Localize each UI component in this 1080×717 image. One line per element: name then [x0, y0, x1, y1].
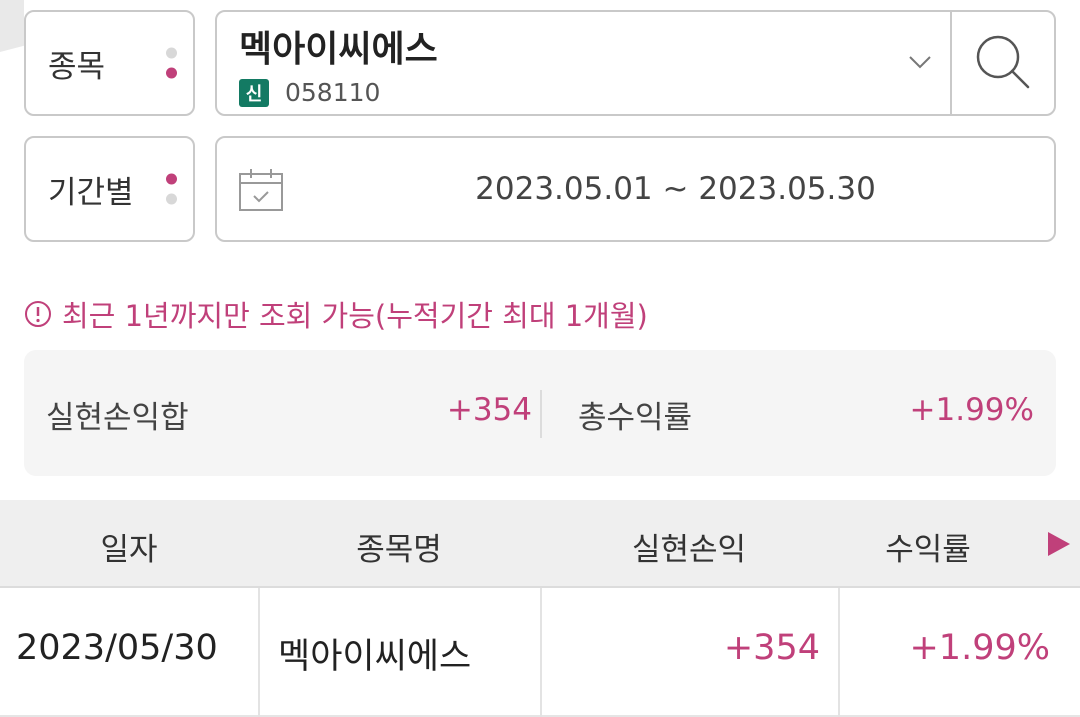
- realized-total-value: +354: [446, 392, 532, 428]
- stock-toggle-dots[interactable]: [166, 47, 177, 79]
- row-date: 2023/05/30: [16, 628, 218, 668]
- stock-select[interactable]: 멕아이씨에스 신 058110: [215, 10, 1056, 116]
- stock-code: 058110: [285, 78, 381, 107]
- dot-active: [166, 67, 177, 79]
- next-arrow-icon[interactable]: [1046, 530, 1072, 558]
- info-icon: [25, 301, 51, 327]
- date-range-picker[interactable]: 2023.05.01 ~ 2023.05.30: [215, 136, 1056, 242]
- calendar-icon[interactable]: [237, 166, 285, 214]
- screen: 종목 멕아이씨에스 신 058110 기간별 2023.05.01 ~ 2023…: [0, 0, 1080, 717]
- dot-inactive: [166, 47, 177, 59]
- period-toggle-dots[interactable]: [166, 173, 177, 205]
- period-filter-label[interactable]: 기간별: [24, 136, 195, 242]
- search-icon: [976, 35, 1030, 89]
- realized-total-label: 실현손익합: [46, 400, 189, 436]
- cell-divider: [540, 588, 542, 717]
- cell-divider: [258, 588, 260, 717]
- row-realized-pnl: +354: [723, 628, 820, 668]
- header-date[interactable]: 일자: [0, 524, 258, 569]
- query-limit-notice: 최근 1년까지만 조회 가능(누적기간 최대 1개월): [24, 292, 648, 336]
- stock-label-text: 종목: [48, 48, 106, 85]
- stock-sub-info: 신 058110: [239, 78, 380, 107]
- header-realized-pnl[interactable]: 실현손익: [540, 524, 838, 569]
- notice-text: 최근 1년까지만 조회 가능(누적기간 최대 1개월): [62, 299, 648, 333]
- row-stock-name: 멕아이씨에스: [278, 637, 472, 677]
- row-return-rate: +1.99%: [909, 628, 1050, 668]
- chevron-down-icon[interactable]: [907, 52, 933, 72]
- dot-active: [166, 173, 177, 185]
- search-button[interactable]: [952, 12, 1056, 114]
- total-return-value: +1.99%: [909, 392, 1034, 428]
- summary-panel: 실현손익합 +354 총수익률 +1.99%: [24, 350, 1056, 476]
- new-listing-badge: 신: [239, 78, 269, 107]
- table-row[interactable]: 2023/05/30 멕아이씨에스 +354 +1.99%: [0, 588, 1080, 717]
- summary-divider: [540, 390, 542, 438]
- header-return-rate[interactable]: 수익률: [838, 524, 1018, 569]
- stock-name: 멕아이씨에스: [239, 29, 438, 70]
- header-stock-name[interactable]: 종목명: [258, 524, 540, 569]
- stock-filter-label[interactable]: 종목: [24, 10, 195, 116]
- total-return-label: 총수익률: [578, 400, 693, 436]
- dot-inactive: [166, 193, 177, 205]
- corner-tab[interactable]: [0, 0, 24, 52]
- cell-divider: [838, 588, 840, 717]
- table-header: 일자 종목명 실현손익 수익률: [0, 500, 1080, 588]
- period-label-text: 기간별: [48, 174, 134, 211]
- date-range-text: 2023.05.01 ~ 2023.05.30: [475, 171, 876, 207]
